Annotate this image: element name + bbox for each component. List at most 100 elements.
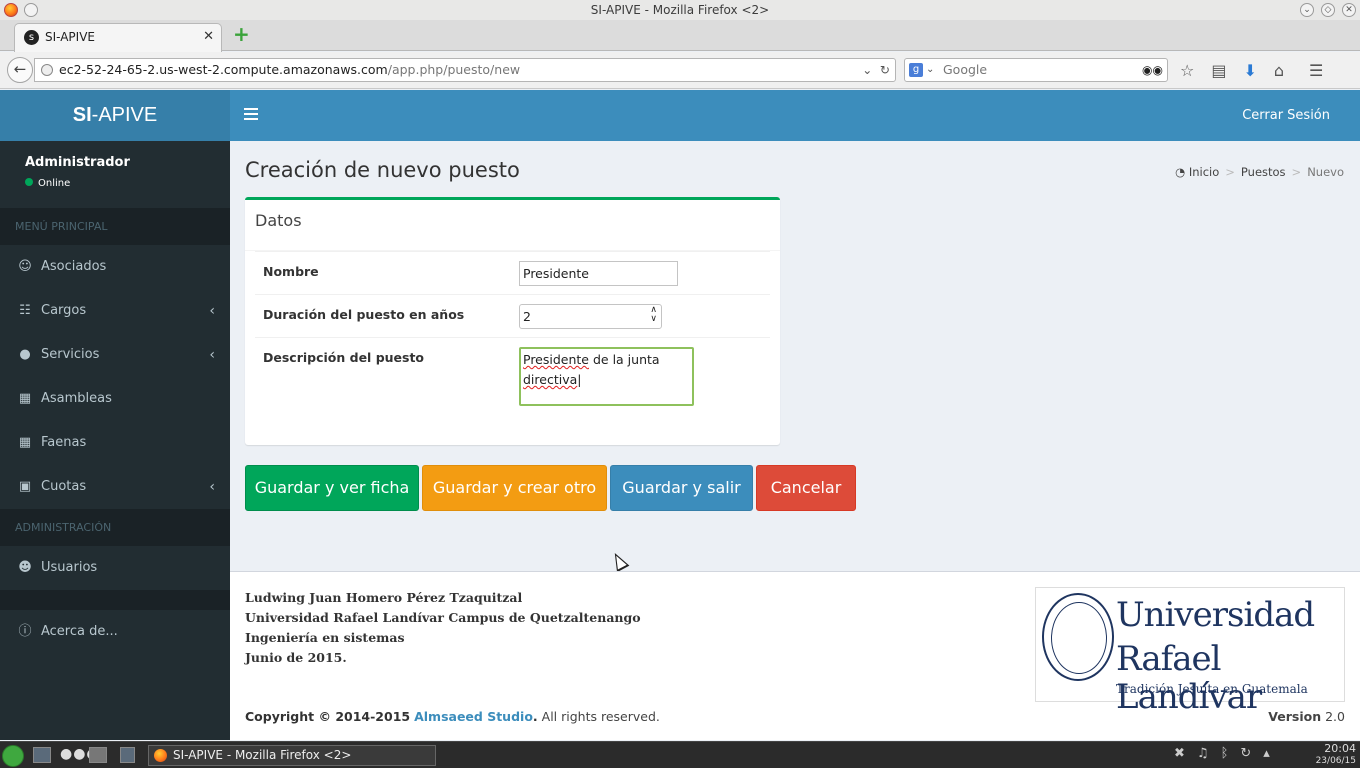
window-menu-button[interactable] [24,3,38,17]
form-row-nombre: Nombre Presidente [255,251,770,294]
tint-icon: ● [19,347,31,362]
navigation-toolbar: ← ec2-52-24-65-2.us-west-2.compute.amazo… [0,52,1360,89]
network-off-icon[interactable]: ✖ [1174,746,1185,761]
spinner-arrows-icon[interactable]: ∧ ∨ [650,306,657,324]
back-arrow-icon[interactable]: ← [7,57,33,83]
browser-tab[interactable]: s SI-APIVE ✕ [14,23,222,52]
tray-expand-icon[interactable]: ▴ [1263,746,1270,761]
bookmarks-list-icon[interactable]: ▤ [1211,61,1226,80]
sidebar-toggle-icon[interactable] [244,108,258,123]
nombre-label: Nombre [263,264,319,279]
save-exit-button[interactable]: Guardar y salir [610,465,753,511]
breadcrumb-home[interactable]: Inicio [1189,165,1219,179]
sitemap-icon: ☷ [19,303,31,318]
workspace-icon[interactable] [89,747,107,763]
window-titlebar: SI-APIVE - Mozilla Firefox <2> ⌄ ◇ ✕ [0,0,1360,20]
cancel-button[interactable]: Cancelar [756,465,856,511]
binoculars-search-icon[interactable]: ◉◉ [1142,59,1163,81]
info-icon: ⓘ [18,624,32,639]
maximize-button[interactable]: ◇ [1321,3,1335,17]
user-status: Online [25,178,230,189]
sidebar-header-main: MENÚ PRINCIPAL [0,208,230,245]
sidebar-item-servicios[interactable]: ● Servicios ‹ [0,333,230,377]
footer-credits: Ludwing Juan Homero Pérez Tzaquitzal Uni… [245,590,641,665]
url-path: /app.php/puesto/new [387,62,521,77]
hamburger-menu-icon[interactable]: ☰ [1309,61,1323,80]
search-placeholder: Google [943,62,988,77]
sidebar: SI-APIVE Administrador Online MENÚ PRINC… [0,90,230,740]
user-icon: ☻ [18,560,32,575]
chevron-left-icon: ‹ [209,479,215,495]
close-window-button[interactable]: ✕ [1342,3,1356,17]
breadcrumb-section[interactable]: Puestos [1241,165,1286,179]
tab-bar: s SI-APIVE ✕ [0,20,1360,52]
close-tab-icon[interactable]: ✕ [203,24,214,50]
main-content: Creación de nuevo puesto ◔ Inicio > Puesto… [230,141,1360,571]
minimize-button[interactable]: ⌄ [1300,3,1314,17]
home-icon[interactable]: ⌂ [1274,61,1284,80]
chevron-left-icon: ‹ [209,347,215,363]
volume-icon[interactable]: ♫ [1197,746,1209,761]
sidebar-item-faenas[interactable]: ▦ Faenas [0,421,230,465]
google-engine-icon[interactable]: g [909,63,923,77]
sidebar-item-asambleas[interactable]: ▦ Asambleas [0,377,230,421]
save-new-button[interactable]: Guardar y crear otro [422,465,607,511]
sidebar-item-cargos[interactable]: ☷ Cargos ‹ [0,289,230,333]
engine-dropdown-icon[interactable]: ⌄ [926,59,934,81]
sidebar-item-usuarios[interactable]: ☻ Usuarios [0,546,230,590]
clock[interactable]: 20:04 23/06/15 [1316,742,1356,768]
system-tray: ✖ ♫ ᛒ ↻ ▴ [1174,746,1270,761]
sidebar-item-acerca[interactable]: ⓘ Acerca de... [0,610,230,654]
user-panel: Administrador Online [0,141,230,208]
bookmark-star-icon[interactable]: ☆ [1180,61,1194,80]
url-host: ec2-52-24-65-2.us-west-2.compute.amazona… [59,62,388,77]
box-title: Datos [245,200,780,251]
sync-icon[interactable]: ↻ [1240,746,1251,761]
duracion-label: Duración del puesto en años [263,307,465,322]
logout-link[interactable]: Cerrar Sesión [1242,90,1330,141]
studio-link[interactable]: Almsaeed Studio [414,709,533,724]
os-taskbar: ●●● SI-APIVE - Mozilla Firefox <2> ✖ ♫ ᛒ… [0,741,1360,768]
nombre-input[interactable]: Presidente [519,261,678,286]
dashboard-icon: ◔ [1175,165,1186,179]
form-row-descripcion: Descripción del puesto Presidente de la … [255,337,770,437]
firefox-task-icon [154,749,167,762]
descripcion-textarea[interactable]: Presidente de la junta directiva| [519,347,694,406]
file-manager-icon[interactable] [120,747,135,763]
calendar-icon: ▦ [18,435,32,450]
sidebar-item-cuotas[interactable]: ▣ Cuotas ‹ [0,465,230,509]
copyright: Copyright © 2014-2015 Almsaeed Studio. A… [245,709,660,724]
chevron-left-icon: ‹ [209,303,215,319]
start-menu-icon[interactable] [2,745,24,767]
taskbar-firefox-task[interactable]: SI-APIVE - Mozilla Firefox <2> [148,745,436,766]
university-logo: Universidad Rafael Landívar Tradición Je… [1035,587,1345,716]
url-bar[interactable]: ec2-52-24-65-2.us-west-2.compute.amazona… [34,58,896,82]
sidebar-item-asociados[interactable]: ☺ Asociados [0,245,230,289]
breadcrumb-current: Nuevo [1307,165,1344,179]
app-logo[interactable]: SI-APIVE [0,90,230,141]
online-dot-icon [25,178,33,186]
money-icon: ▣ [18,479,32,494]
version: Version 2.0 [1268,709,1345,724]
download-arrow-icon[interactable]: ⬇ [1243,61,1256,80]
form-row-duracion: Duración del puesto en años 2 ∧ ∨ [255,294,770,337]
page-title: Creación de nuevo puesto [245,158,520,182]
save-view-button[interactable]: Guardar y ver ficha [245,465,419,511]
duracion-number-input[interactable]: 2 ∧ ∨ [519,304,662,329]
desktop-icon[interactable] [33,747,51,763]
breadcrumb: ◔ Inicio > Puestos > Nuevo [1175,165,1344,179]
bluetooth-icon[interactable]: ᛒ [1221,746,1229,761]
search-bar[interactable]: g ⌄ Google ◉◉ [904,58,1168,82]
tab-title: SI-APIVE [45,30,95,44]
globe-icon [41,64,53,76]
users-icon: ☺ [18,259,32,274]
top-navbar: Cerrar Sesión [230,90,1360,141]
descripcion-label: Descripción del puesto [263,350,425,365]
symfony-favicon-icon: s [24,30,39,45]
url-dropdown-reload-icons[interactable]: ⌄ ↻ [862,59,890,81]
university-seal-icon [1042,593,1114,681]
new-tab-plus-icon[interactable]: + [233,24,250,44]
firefox-logo-icon [4,3,18,17]
sidebar-divider [0,590,230,610]
form-box: Datos Nombre Presidente Duración del pue… [245,197,780,445]
